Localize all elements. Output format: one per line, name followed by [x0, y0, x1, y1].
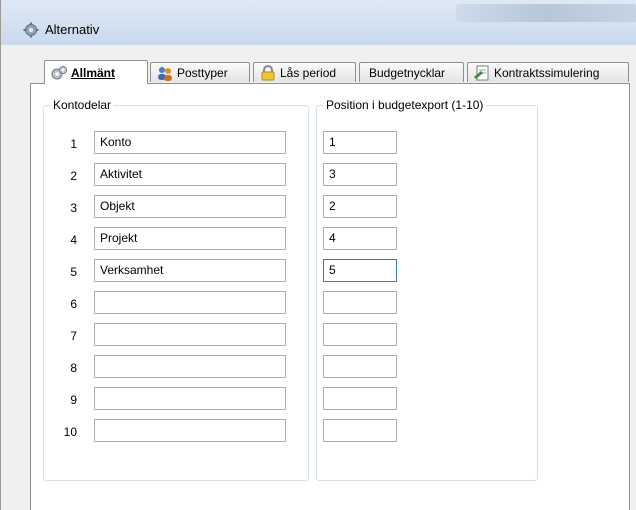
- lock-icon: [261, 64, 275, 80]
- tab-label: Posttyper: [177, 65, 228, 80]
- window-title: Alternativ: [45, 22, 100, 37]
- gear-icon: [23, 22, 39, 38]
- gears-icon: [51, 65, 67, 79]
- row-number: 7: [70, 329, 77, 343]
- kontodel-field[interactable]: [94, 291, 286, 314]
- tab-las-period[interactable]: Lås period: [253, 62, 356, 82]
- title-bar[interactable]: Alternativ: [1, 0, 636, 45]
- position-field[interactable]: [323, 387, 397, 410]
- blurred-region: [456, 4, 636, 22]
- kontodel-field[interactable]: [94, 387, 286, 410]
- row-number: 1: [70, 137, 77, 151]
- tab-allmant[interactable]: Allmänt: [44, 60, 148, 84]
- row-number: 9: [70, 393, 77, 407]
- tab-label: Budgetnycklar: [369, 65, 446, 80]
- position-field[interactable]: 3: [323, 163, 397, 186]
- row-number: 2: [70, 169, 77, 183]
- kontodel-field[interactable]: Verksamhet: [94, 259, 286, 282]
- position-field[interactable]: 2: [323, 195, 397, 218]
- kontodel-field[interactable]: Konto: [94, 131, 286, 154]
- alternativ-window: Alternativ Allmänt Posttyper Lås period …: [0, 0, 636, 510]
- kontodel-field[interactable]: [94, 323, 286, 346]
- position-field[interactable]: 1: [323, 131, 397, 154]
- document-icon: [474, 65, 489, 80]
- row-number: 4: [70, 233, 77, 247]
- kontodel-field[interactable]: Aktivitet: [94, 163, 286, 186]
- position-field[interactable]: [323, 355, 397, 378]
- tab-budgetnycklar[interactable]: Budgetnycklar: [359, 62, 464, 82]
- tab-strip: Allmänt Posttyper Lås period Budgetnyckl…: [1, 60, 636, 84]
- tab-label: Lås period: [280, 65, 337, 80]
- tab-label: Allmänt: [71, 65, 116, 80]
- tab-label: Kontraktssimulering: [494, 65, 600, 80]
- position-field[interactable]: [323, 291, 397, 314]
- tab-panel-allmant: Kontodelar Position i budgetexport (1-10…: [30, 83, 630, 510]
- row-number: 6: [70, 297, 77, 311]
- tab-kontraktssimulering[interactable]: Kontraktssimulering: [467, 62, 629, 82]
- kontodel-field[interactable]: [94, 419, 286, 442]
- position-field[interactable]: 4: [323, 227, 397, 250]
- position-field[interactable]: 5: [323, 259, 397, 282]
- position-field[interactable]: [323, 419, 397, 442]
- people-icon: [158, 66, 172, 81]
- position-title: Position i budgetexport (1-10): [323, 98, 487, 112]
- kontodel-field[interactable]: Objekt: [94, 195, 286, 218]
- row-number: 5: [70, 265, 77, 279]
- row-number: 10: [63, 425, 77, 439]
- tab-posttyper[interactable]: Posttyper: [150, 62, 250, 82]
- row-number: 3: [70, 201, 77, 215]
- kontodelar-title: Kontodelar: [50, 98, 115, 112]
- kontodel-field[interactable]: [94, 355, 286, 378]
- row-number: 8: [70, 361, 77, 375]
- position-field[interactable]: [323, 323, 397, 346]
- kontodel-field[interactable]: Projekt: [94, 227, 286, 250]
